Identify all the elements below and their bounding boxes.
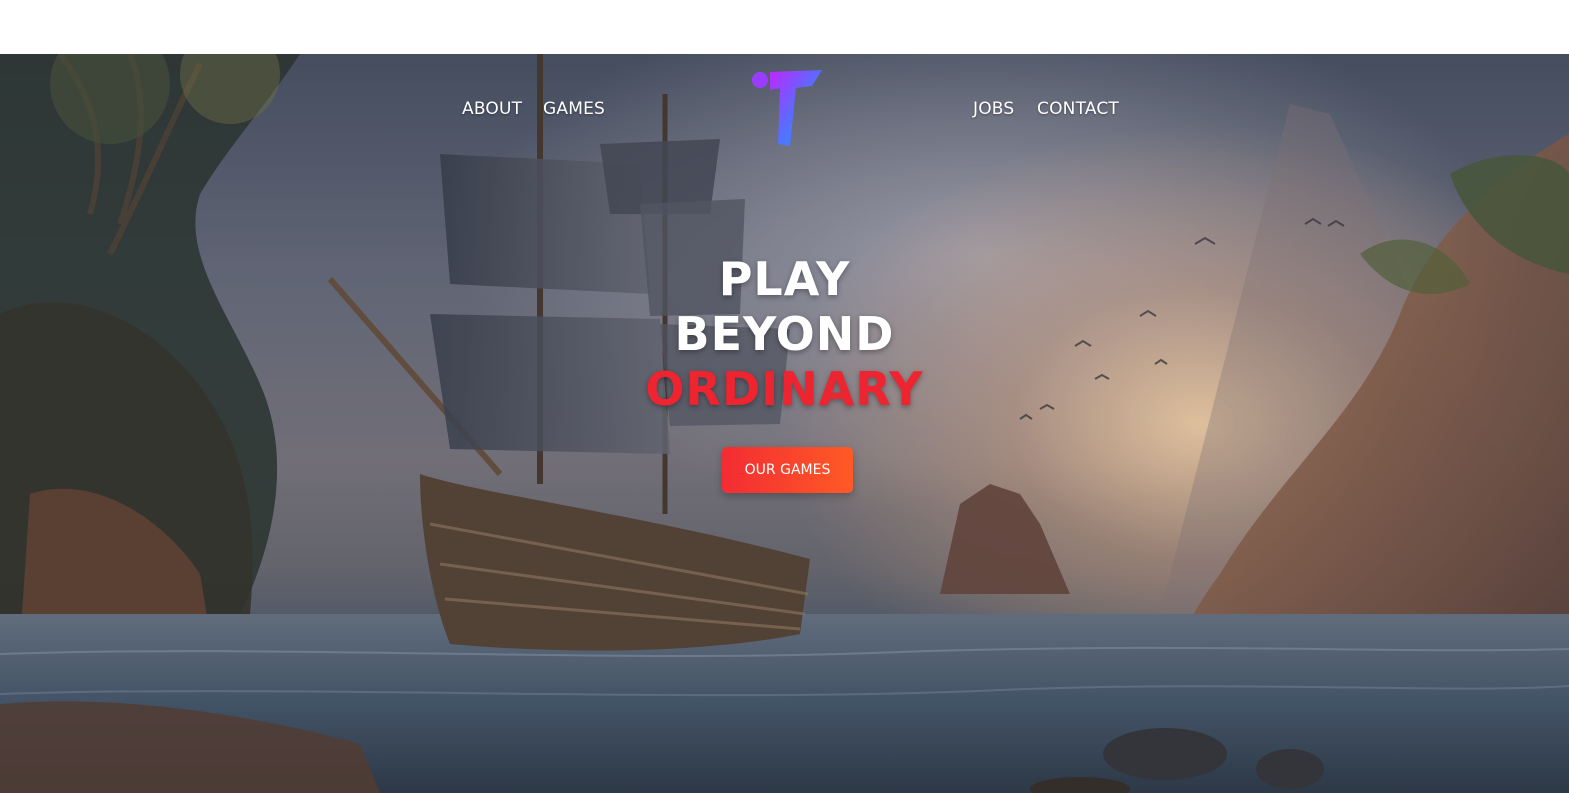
- nav-about-link[interactable]: ABOUT: [462, 99, 522, 119]
- hero-background-image: [0, 54, 1569, 793]
- nav-contact-link[interactable]: CONTACT: [1037, 99, 1119, 119]
- hero-headline-line-2: BEYOND: [674, 307, 895, 361]
- top-blank-bar: [0, 0, 1569, 54]
- hero-headline-accent: ORDINARY: [645, 362, 924, 416]
- brand-t-logo-icon[interactable]: [750, 68, 826, 150]
- nav-games-link[interactable]: GAMES: [543, 99, 605, 119]
- our-games-button[interactable]: OUR GAMES: [722, 447, 853, 493]
- hero-section: ABOUT GAMES JOBS CONTACT PLAY BEYOND ORD…: [0, 54, 1569, 793]
- hero-headline-line-1: PLAY: [718, 252, 851, 306]
- nav-jobs-link[interactable]: JOBS: [973, 99, 1014, 119]
